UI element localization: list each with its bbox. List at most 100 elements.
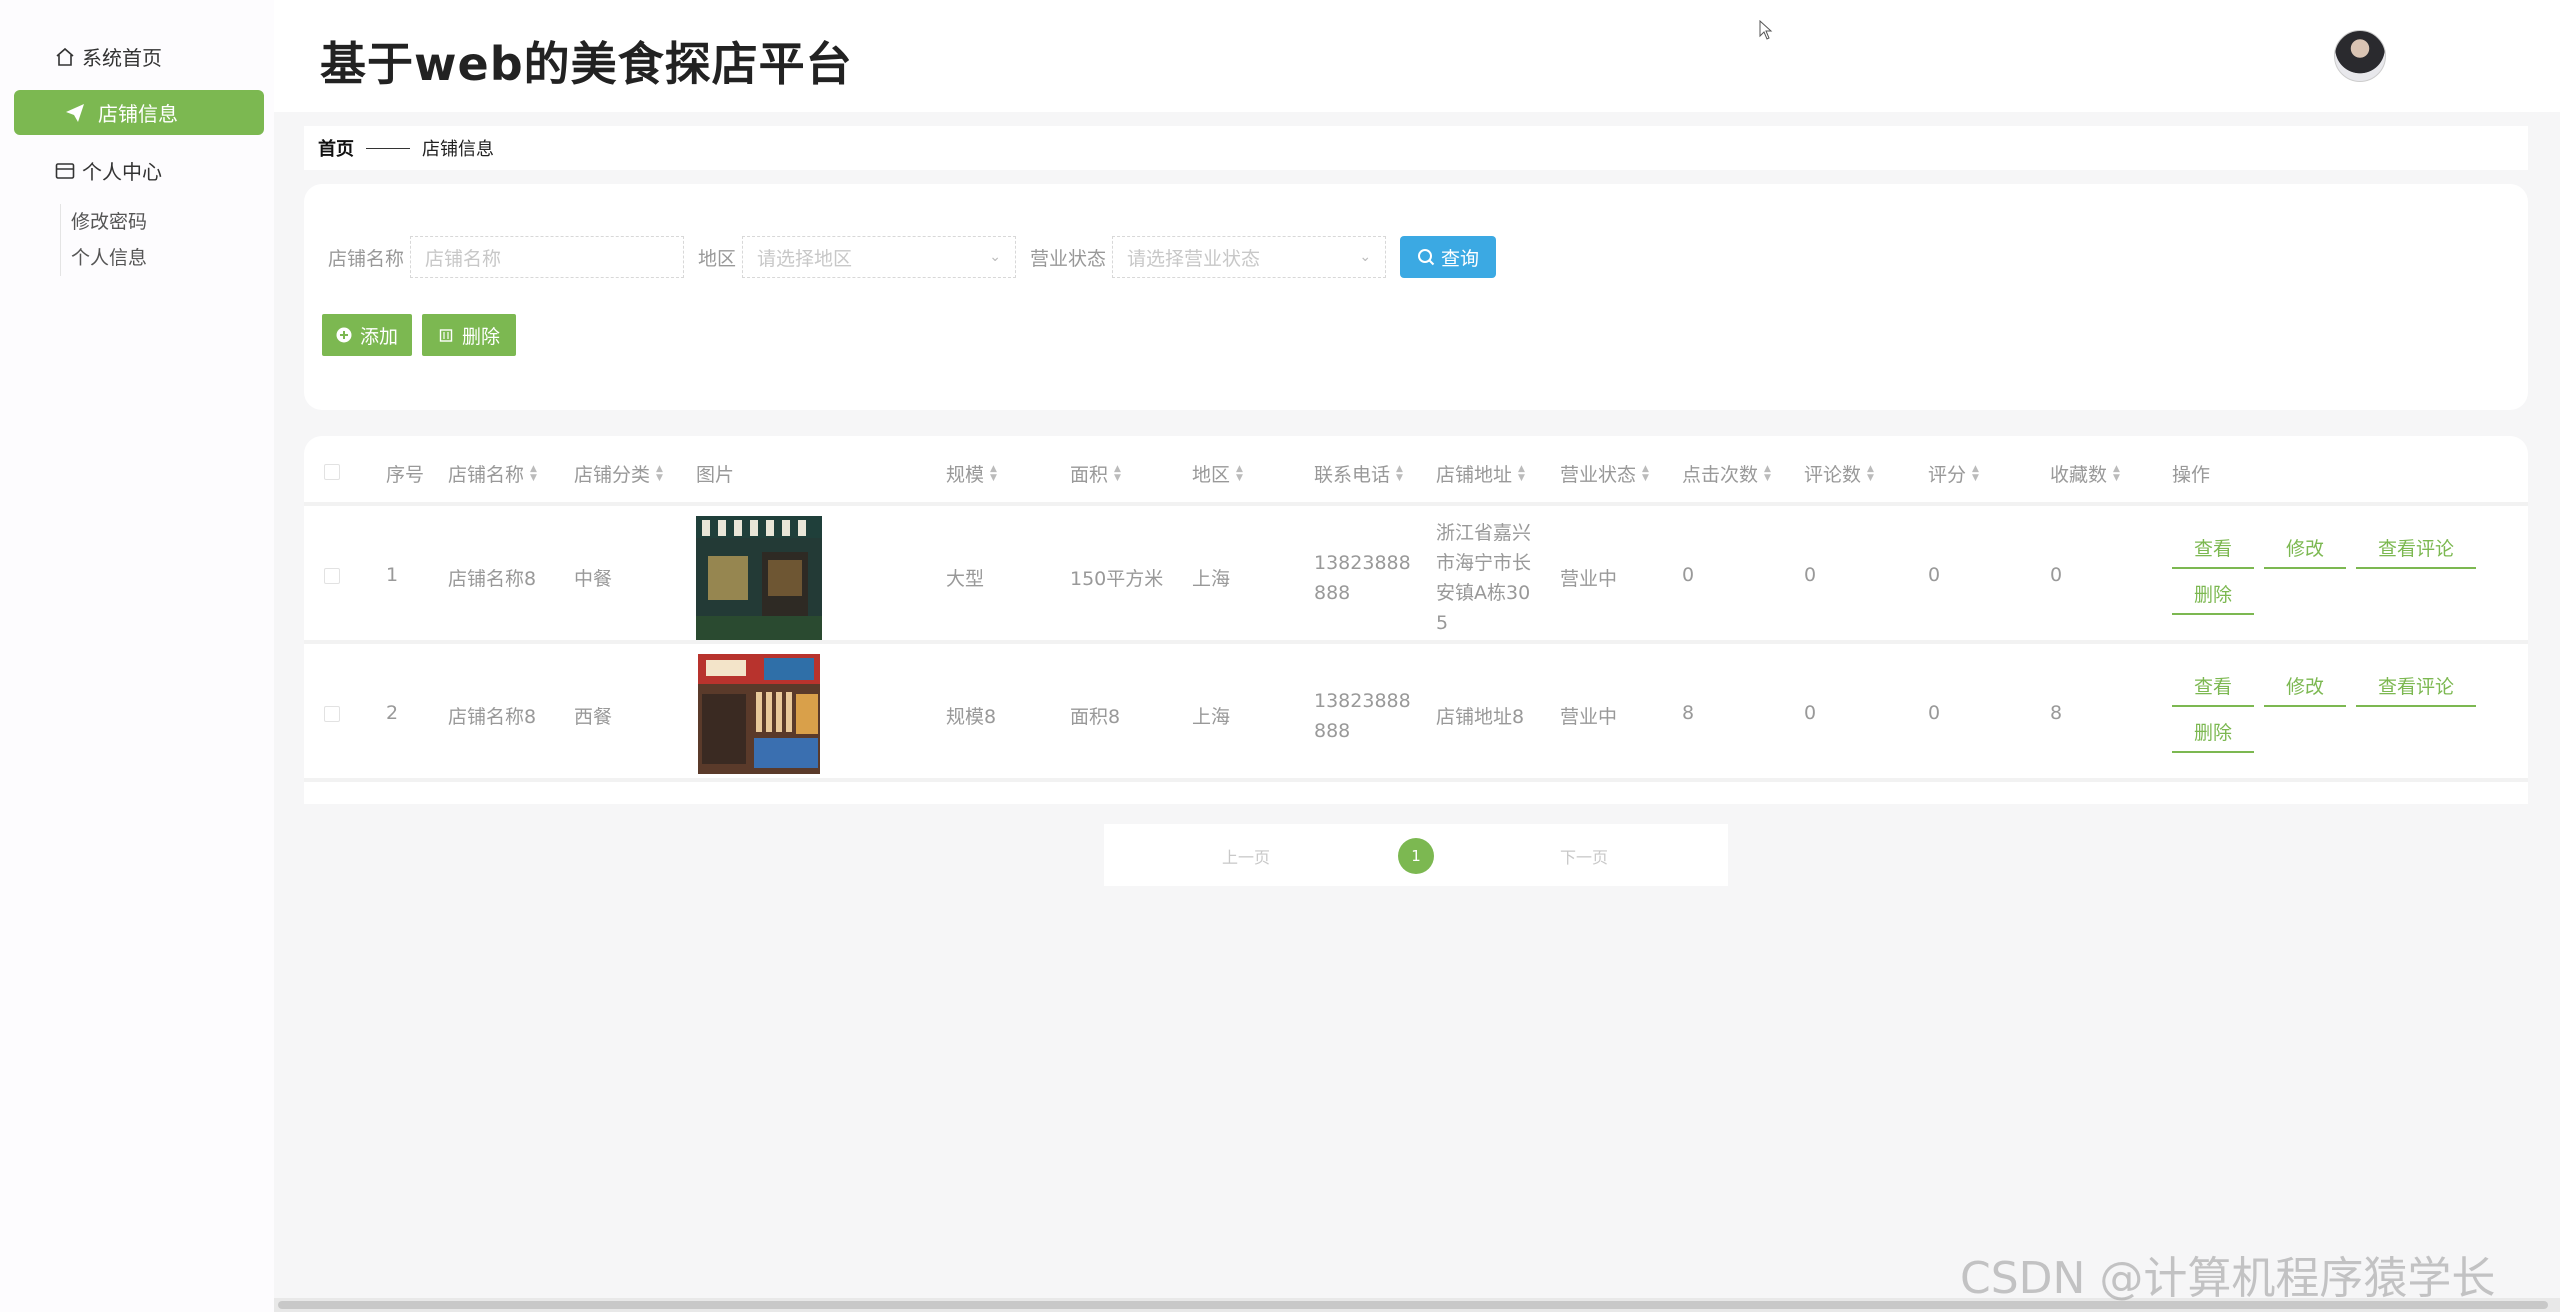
- trash-icon: [439, 329, 453, 342]
- sidebar-submenu: 修改密码 个人信息: [60, 204, 260, 276]
- cell-scale: 规模8: [946, 706, 997, 728]
- table-row: 1 店铺名称8 中餐 大型 150平方米 上海 13823888 888 浙江省嘉…: [304, 510, 2528, 644]
- sort-icon: ▲ ▼: [1396, 463, 1403, 483]
- column-header-clicks[interactable]: 点击次数 ▲ ▼: [1682, 460, 1771, 487]
- sidebar-item-label: 个人中心: [82, 160, 162, 184]
- sort-icon: ▲ ▼: [1764, 463, 1771, 483]
- cell-status: 营业中: [1560, 568, 1618, 590]
- cell-favorites: 8: [2050, 702, 2063, 724]
- sort-icon: ▲ ▼: [1867, 463, 1874, 483]
- table-header: 序号 店铺名称 ▲ ▼ 店铺分类 ▲ ▼ 图片 规模 ▲ ▼ 面积 ▲ ▼ 地区 ▲ ▼ 联系电话 ▲…: [304, 436, 2528, 506]
- cell-region: 上海: [1192, 568, 1231, 590]
- region-select[interactable]: 请选择地区 ⌄: [742, 236, 1017, 278]
- view-button[interactable]: 查看: [2172, 672, 2254, 707]
- shop-name-input[interactable]: 店铺名称: [410, 236, 685, 278]
- pagination: 上一页 1 下一页: [1104, 824, 1728, 886]
- avatar[interactable]: [2334, 30, 2386, 82]
- delete-button[interactable]: 删除: [422, 314, 517, 356]
- cell-shop-name: 店铺名称8: [448, 706, 537, 728]
- cell-clicks: 0: [1682, 564, 1695, 586]
- prev-page-button[interactable]: 上一页: [1222, 844, 1270, 868]
- search-icon: [1418, 249, 1435, 266]
- plus-circle-icon: [336, 327, 352, 343]
- action-buttons: 添加 删除: [322, 314, 517, 356]
- cursor-icon: [1759, 20, 1773, 40]
- column-header-shop-name[interactable]: 店铺名称 ▲ ▼: [448, 460, 537, 487]
- sidebar-item-home[interactable]: 系统首页: [14, 34, 264, 79]
- shop-table: 序号 店铺名称 ▲ ▼ 店铺分类 ▲ ▼ 图片 规模 ▲ ▼ 面积 ▲ ▼ 地区 ▲ ▼ 联系电话 ▲…: [304, 436, 2528, 804]
- row-checkbox[interactable]: [324, 568, 340, 584]
- view-button[interactable]: 查看: [2172, 534, 2254, 569]
- add-button-label: 添加: [360, 326, 399, 348]
- view-comments-button[interactable]: 查看评论: [2356, 534, 2476, 569]
- row-delete-button[interactable]: 删除: [2172, 718, 2254, 753]
- breadcrumb: 首页 店铺信息: [304, 126, 2528, 170]
- column-header-category[interactable]: 店铺分类 ▲ ▼: [574, 460, 663, 487]
- cell-region: 上海: [1192, 706, 1231, 728]
- cell-clicks: 8: [1682, 702, 1695, 724]
- column-header-region[interactable]: 地区 ▲ ▼: [1192, 460, 1243, 487]
- status-placeholder: 请选择营业状态: [1127, 247, 1261, 270]
- next-page-button[interactable]: 下一页: [1560, 844, 1608, 868]
- row-checkbox[interactable]: [324, 706, 340, 722]
- cell-phone: 13823888 888: [1314, 690, 1411, 742]
- cell-address: 店铺地址8: [1436, 706, 1525, 728]
- shop-image[interactable]: [696, 516, 822, 640]
- sidebar-item-personal-center[interactable]: 个人中心: [14, 148, 264, 193]
- sidebar-subitem-change-password[interactable]: 修改密码: [71, 204, 260, 240]
- breadcrumb-separator: [366, 147, 410, 149]
- sidebar-subitem-personal-info[interactable]: 个人信息: [71, 240, 260, 276]
- cell-rating: 0: [1928, 702, 1941, 724]
- cell-favorites: 0: [2050, 564, 2063, 586]
- paper-plane-icon: [64, 102, 86, 124]
- watermark: CSDN @计算机程序猿学长: [1960, 1253, 2496, 1304]
- column-header-comments[interactable]: 评论数 ▲ ▼: [1804, 460, 1874, 487]
- status-select[interactable]: 请选择营业状态 ⌄: [1112, 236, 1387, 278]
- chevron-down-icon: ⌄: [989, 249, 1002, 265]
- column-header-operations: 操作: [2172, 464, 2211, 486]
- column-header-area[interactable]: 面积 ▲ ▼: [1070, 460, 1121, 487]
- sort-icon: ▲ ▼: [1642, 463, 1649, 483]
- sort-icon: ▲ ▼: [1518, 463, 1525, 483]
- page-title: 基于web的美食探店平台: [320, 37, 853, 91]
- edit-button[interactable]: 修改: [2264, 672, 2346, 707]
- card-icon: [54, 160, 76, 182]
- sort-icon: ▲ ▼: [1972, 463, 1979, 483]
- sidebar: 系统首页 店铺信息 个人中心 修改密码 个人信息: [0, 0, 274, 1312]
- sidebar-item-label: 店铺信息: [98, 102, 178, 126]
- region-placeholder: 请选择地区: [757, 247, 853, 270]
- shop-image[interactable]: [698, 654, 820, 774]
- column-header-rating[interactable]: 评分 ▲ ▼: [1928, 460, 1979, 487]
- breadcrumb-current: 店铺信息: [422, 139, 494, 160]
- cell-comments: 0: [1804, 702, 1817, 724]
- select-all-checkbox[interactable]: [324, 464, 340, 480]
- search-panel: 店铺名称 店铺名称 地区 请选择地区 ⌄ 营业状态 请选择营业状态 ⌄ 查询 添…: [304, 184, 2528, 410]
- query-button[interactable]: 查询: [1400, 236, 1497, 278]
- view-comments-button[interactable]: 查看评论: [2356, 672, 2476, 707]
- home-icon: [54, 46, 76, 68]
- cell-category: 中餐: [574, 568, 613, 590]
- sidebar-item-label: 系统首页: [82, 46, 162, 70]
- sort-icon: ▲ ▼: [656, 463, 663, 483]
- sort-icon: ▲ ▼: [990, 463, 997, 483]
- column-header-address[interactable]: 店铺地址 ▲ ▼: [1436, 460, 1525, 487]
- cell-phone: 13823888 888: [1314, 552, 1411, 604]
- column-header-status[interactable]: 营业状态 ▲ ▼: [1560, 460, 1649, 487]
- sort-icon: ▲ ▼: [1114, 463, 1121, 483]
- column-header-scale[interactable]: 规模 ▲ ▼: [946, 460, 997, 487]
- region-label: 地区: [698, 247, 737, 270]
- cell-area: 150平方米: [1070, 568, 1164, 590]
- search-row: 店铺名称 店铺名称 地区 请选择地区 ⌄ 营业状态 请选择营业状态 ⌄ 查询: [328, 236, 1497, 278]
- row-delete-button[interactable]: 删除: [2172, 580, 2254, 615]
- add-button[interactable]: 添加: [322, 314, 413, 356]
- query-button-label: 查询: [1441, 248, 1480, 270]
- header: 基于web的美食探店平台: [274, 0, 2560, 112]
- sidebar-item-shop-info[interactable]: 店铺信息: [14, 90, 264, 135]
- column-header-phone[interactable]: 联系电话 ▲ ▼: [1314, 460, 1403, 487]
- edit-button[interactable]: 修改: [2264, 534, 2346, 569]
- page-1-button[interactable]: 1: [1398, 838, 1434, 874]
- breadcrumb-home[interactable]: 首页: [318, 135, 354, 161]
- cell-status: 营业中: [1560, 706, 1618, 728]
- column-header-favorites[interactable]: 收藏数 ▲ ▼: [2050, 460, 2120, 487]
- sort-icon: ▲ ▼: [1236, 463, 1243, 483]
